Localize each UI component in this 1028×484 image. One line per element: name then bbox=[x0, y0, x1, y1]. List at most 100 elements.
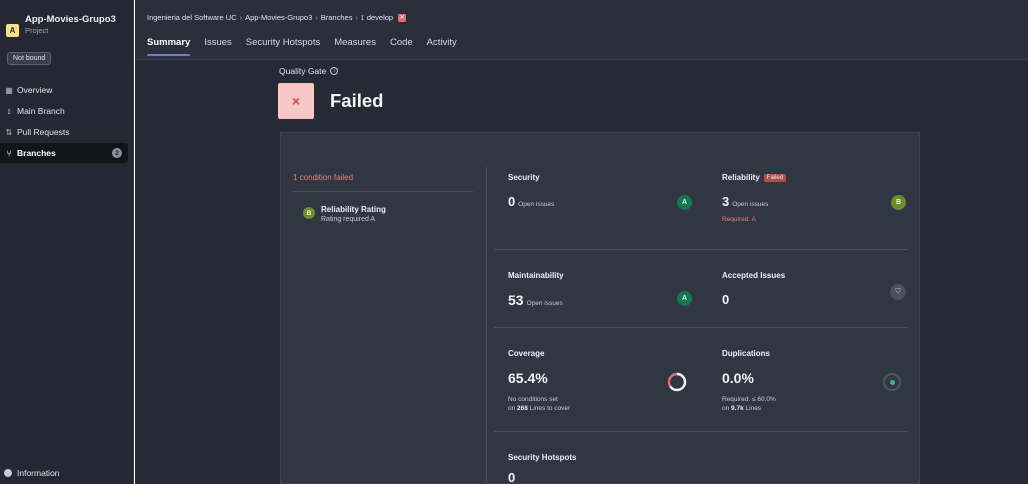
maintainability-rating-a-badge[interactable]: A bbox=[677, 291, 692, 306]
top-bar: Ingenieria del Software UC › App-Movies-… bbox=[135, 0, 1028, 60]
row-divider bbox=[494, 327, 908, 328]
metric-title: Security Hotspots bbox=[508, 453, 577, 462]
tab-bar: Summary Issues Security Hotspots Measure… bbox=[147, 37, 457, 57]
sidebar-item-label: Branches bbox=[17, 148, 56, 158]
coverage-note: No conditions set on 268 Lines to cover bbox=[508, 395, 570, 413]
accepted-issues-value[interactable]: 0 bbox=[722, 292, 729, 307]
branches-icon: ⑂ bbox=[6, 148, 12, 158]
metric-title: Maintainability bbox=[508, 271, 564, 280]
duplications-indicator-icon bbox=[883, 373, 901, 391]
quality-gate-panel: 1 condition failed B Reliability Rating … bbox=[280, 132, 920, 484]
breadcrumb-separator: › bbox=[355, 13, 358, 22]
sidebar-item-information[interactable]: Information bbox=[4, 468, 60, 478]
sidebar-nav: ▦ Overview ɪ Main Branch ⇅ Pull Requests… bbox=[0, 80, 134, 164]
conditions-failed-summary: 1 condition failed bbox=[293, 173, 473, 192]
sidebar-item-pull-requests[interactable]: ⇅ Pull Requests bbox=[0, 122, 134, 142]
quality-gate-label: Quality Gate i bbox=[279, 66, 339, 76]
coverage-note-line1: No conditions set bbox=[508, 396, 558, 403]
row-divider bbox=[494, 249, 908, 250]
breadcrumb-separator: › bbox=[239, 13, 243, 22]
coverage-note-line2: on 268 Lines to cover bbox=[508, 405, 571, 412]
branches-count-badge: 2 bbox=[112, 148, 122, 158]
security-rating-a-badge[interactable]: A bbox=[677, 195, 692, 210]
breadcrumb: Ingenieria del Software UC › App-Movies-… bbox=[147, 13, 407, 22]
security-value[interactable]: 0 bbox=[508, 194, 515, 209]
duplications-note: Required: ≤ 60.0% on 9.7k Lines bbox=[722, 395, 776, 413]
project-name[interactable]: App-Movies-Grupo3 bbox=[25, 14, 116, 26]
rating-b-badge: B bbox=[303, 207, 315, 219]
sidebar-item-label: Main Branch bbox=[17, 106, 65, 116]
branch-icon: ɪ bbox=[7, 106, 11, 116]
breadcrumb-project[interactable]: App-Movies-Grupo3 bbox=[245, 13, 312, 22]
metric-unit: Open issues bbox=[732, 201, 769, 208]
duplications-dot bbox=[889, 379, 895, 385]
breadcrumb-separator: › bbox=[315, 13, 318, 22]
security-hotspots-metric: Security Hotspots 0 bbox=[508, 453, 576, 484]
maintainability-metric: Maintainability 53 Open issues bbox=[508, 271, 564, 308]
project-type: Project bbox=[25, 26, 49, 35]
branch-icon: ɪ bbox=[360, 13, 364, 22]
metric-title: Accepted Issues bbox=[722, 271, 786, 280]
metric-unit: Open issues bbox=[518, 201, 555, 208]
branch-status-icon[interactable]: ✕ bbox=[398, 13, 407, 22]
duplications-value[interactable]: 0.0% bbox=[722, 370, 754, 386]
sidebar-item-overview[interactable]: ▦ Overview bbox=[0, 80, 134, 100]
overview-icon: ▦ bbox=[5, 85, 13, 95]
condition-subtitle: Rating required A bbox=[321, 216, 376, 223]
reliability-rating-b-badge[interactable]: B bbox=[891, 195, 906, 210]
security-metric: Security 0 Open issues bbox=[508, 173, 554, 209]
info-icon[interactable]: i bbox=[330, 67, 339, 75]
pull-request-icon: ⇅ bbox=[5, 127, 13, 137]
sidebar-item-branches[interactable]: ⑂ Branches 2 bbox=[0, 143, 128, 163]
quality-gate-status: × Failed bbox=[278, 83, 383, 119]
failed-badge: Failed bbox=[763, 173, 787, 182]
app-window: A App-Movies-Grupo3 Project Not bound ▦ … bbox=[0, 0, 1028, 484]
tab-activity[interactable]: Activity bbox=[427, 37, 457, 57]
metric-title: Duplications bbox=[722, 349, 771, 358]
tab-measures[interactable]: Measures bbox=[334, 37, 376, 57]
accepted-issues-shield-icon: ⛉ bbox=[890, 284, 906, 300]
condition-item[interactable]: B Reliability Rating Rating required A bbox=[303, 205, 473, 223]
coverage-value[interactable]: 65.4% bbox=[508, 370, 548, 386]
tab-security-hotspots[interactable]: Security Hotspots bbox=[246, 37, 320, 57]
sidebar: A App-Movies-Grupo3 Project Not bound ▦ … bbox=[0, 0, 134, 484]
maintainability-value[interactable]: 53 bbox=[508, 292, 524, 308]
breadcrumb-branch-name[interactable]: develop bbox=[367, 13, 393, 22]
metric-title: Reliability bbox=[722, 173, 760, 182]
project-avatar: A bbox=[6, 24, 19, 37]
quality-gate-status-text: Failed bbox=[330, 90, 384, 111]
metric-unit: Open issues bbox=[526, 300, 563, 307]
sidebar-item-label: Pull Requests bbox=[17, 127, 70, 137]
duplications-note-line2: on 9.7k Lines bbox=[722, 405, 762, 412]
duplications-required: Required: ≤ 60.0% bbox=[722, 396, 776, 403]
column-divider bbox=[486, 167, 487, 484]
coverage-metric: Coverage 65.4% No conditions set on 268 … bbox=[508, 349, 570, 413]
information-icon bbox=[4, 469, 12, 477]
quality-gate-title: Quality Gate bbox=[279, 66, 327, 76]
main-content: Ingenieria del Software UC › App-Movies-… bbox=[135, 0, 1028, 484]
sidebar-item-label: Information bbox=[17, 468, 60, 478]
tab-code[interactable]: Code bbox=[390, 37, 413, 57]
metric-title: Security bbox=[508, 173, 540, 182]
breadcrumb-branches[interactable]: Branches bbox=[321, 13, 353, 22]
sidebar-item-label: Overview bbox=[17, 85, 53, 95]
security-hotspots-value[interactable]: 0 bbox=[508, 470, 515, 484]
duplications-metric: Duplications 0.0% Required: ≤ 60.0% on 9… bbox=[722, 349, 776, 413]
reliability-value[interactable]: 3 bbox=[722, 194, 729, 209]
reliability-metric: Reliability Failed 3 Open issues Require… bbox=[722, 173, 787, 223]
project-header[interactable]: A App-Movies-Grupo3 Project bbox=[6, 14, 116, 37]
condition-title: Reliability Rating bbox=[321, 205, 386, 214]
tab-issues[interactable]: Issues bbox=[204, 37, 231, 57]
metric-title-row: Reliability Failed bbox=[722, 173, 787, 182]
tab-summary[interactable]: Summary bbox=[147, 37, 191, 57]
reliability-required: Required: A bbox=[722, 216, 756, 223]
accepted-issues-metric: Accepted Issues 0 bbox=[722, 271, 785, 307]
binding-status-badge[interactable]: Not bound bbox=[7, 52, 52, 65]
conditions-column: 1 condition failed B Reliability Rating … bbox=[293, 173, 473, 223]
metric-title: Coverage bbox=[508, 349, 545, 358]
breadcrumb-organization[interactable]: Ingenieria del Software UC bbox=[147, 13, 237, 22]
sidebar-item-main-branch[interactable]: ɪ Main Branch bbox=[0, 101, 134, 121]
coverage-donut-icon bbox=[667, 372, 687, 392]
failed-x-icon: × bbox=[278, 83, 314, 119]
row-divider bbox=[494, 431, 908, 432]
